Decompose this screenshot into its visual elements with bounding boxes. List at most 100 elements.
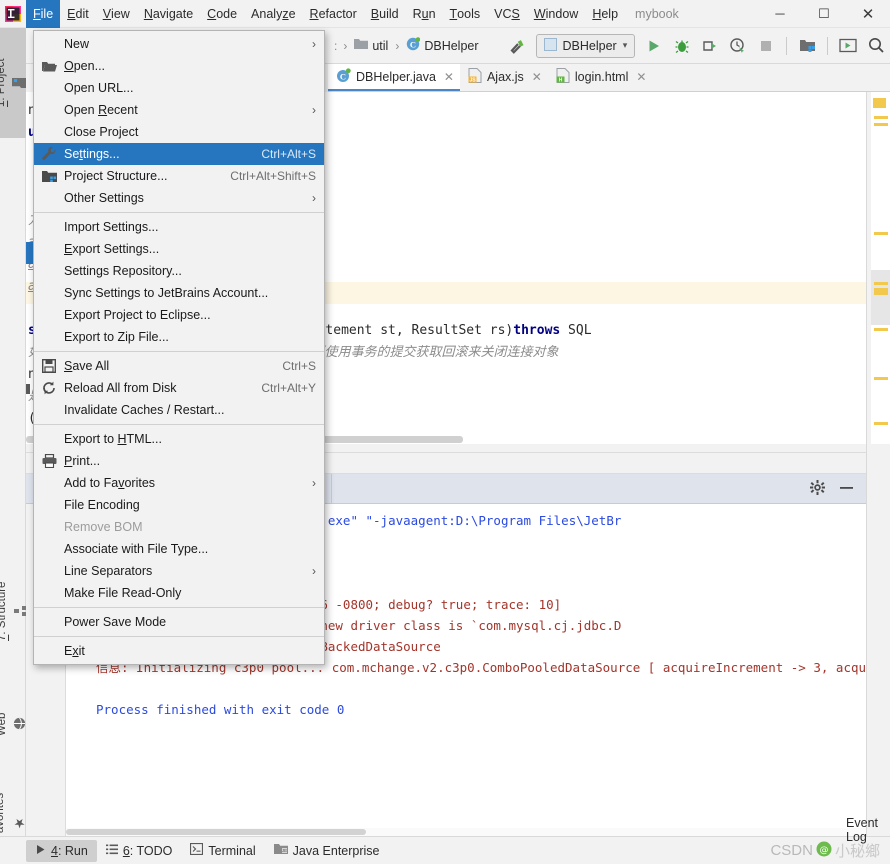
- breadcrumb-item-dbhelper[interactable]: C DBHelper: [403, 35, 481, 56]
- scrollbar-thumb[interactable]: [66, 829, 366, 835]
- marker-stripe[interactable]: [874, 282, 888, 285]
- file-menu-item-open-recent[interactable]: Open Recent ›: [34, 99, 324, 121]
- file-menu-item-label: Exit: [64, 644, 85, 658]
- build-hammer-icon[interactable]: [504, 33, 530, 59]
- tab-ajax-js[interactable]: JS Ajax.js ✕: [460, 64, 548, 91]
- file-menu-item-project-structure[interactable]: Project Structure... Ctrl+Alt+Shift+S: [34, 165, 324, 187]
- project-structure-icon[interactable]: [794, 33, 820, 59]
- minimize-button[interactable]: ─: [758, 0, 802, 28]
- tab-dbhelper-java[interactable]: C DBHelper.java ✕: [328, 64, 460, 91]
- file-menu-item-label: Export Project to Eclipse...: [64, 308, 211, 322]
- menu-window[interactable]: Window: [527, 0, 585, 28]
- file-menu-item-file-encoding[interactable]: File Encoding: [34, 494, 324, 516]
- marker-stripe[interactable]: [874, 232, 888, 235]
- code-token: SQL: [560, 323, 592, 338]
- marker-stripe[interactable]: [874, 422, 888, 425]
- java-class-icon: C: [336, 67, 351, 86]
- marker-stripe[interactable]: [874, 328, 888, 331]
- stop-button[interactable]: [753, 33, 779, 59]
- marker-stripe[interactable]: [874, 288, 888, 295]
- menu-build[interactable]: Build: [364, 0, 406, 28]
- file-menu-item-add-to-favorites[interactable]: Add to Favorites ›: [34, 472, 324, 494]
- menu-view[interactable]: View: [96, 0, 137, 28]
- file-menu-item-import-settings[interactable]: Import Settings...: [34, 216, 324, 238]
- profile-button[interactable]: [725, 33, 751, 59]
- menu-help[interactable]: Help: [585, 0, 625, 28]
- menu-edit[interactable]: Edit: [60, 0, 96, 28]
- tab-close-icon[interactable]: ✕: [444, 70, 454, 84]
- file-menu-item-export-to-zip-file[interactable]: Export to Zip File...: [34, 326, 324, 348]
- file-menu-item-open[interactable]: Open...: [34, 55, 324, 77]
- file-menu-item-export-to-html[interactable]: Export to HTML...: [34, 428, 324, 450]
- maximize-button[interactable]: ☐: [802, 0, 846, 28]
- sidebar-item-structure[interactable]: 7: Structure: [0, 552, 26, 670]
- close-button[interactable]: ✕: [846, 0, 890, 28]
- menu-navigate[interactable]: Navigate: [137, 0, 200, 28]
- file-menu-item-export-settings[interactable]: Export Settings...: [34, 238, 324, 260]
- file-menu-item-label: Settings...: [64, 147, 120, 161]
- sidebar-item-label: 7: Structure: [0, 581, 8, 641]
- status-item-terminal[interactable]: Terminal: [181, 840, 264, 862]
- sidebar-item-label: Web: [0, 712, 8, 736]
- run-with-coverage-button[interactable]: [697, 33, 723, 59]
- file-menu-item-settings[interactable]: Settings... Ctrl+Alt+S: [34, 143, 324, 165]
- status-item-todo[interactable]: 6: TODO: [97, 840, 182, 862]
- menu-analyze[interactable]: Analy z e: [244, 0, 302, 28]
- search-everywhere-icon[interactable]: [863, 33, 889, 59]
- marker-stripe[interactable]: [874, 116, 888, 119]
- file-menu-item-label: Reload All from Disk: [64, 381, 177, 395]
- menu-tools[interactable]: Tools: [443, 0, 488, 28]
- file-menu-item-invalidate-caches-restart[interactable]: Invalidate Caches / Restart...: [34, 399, 324, 421]
- status-item-java-enterprise[interactable]: JE Java Enterprise: [265, 840, 389, 862]
- marker-stripe[interactable]: [874, 123, 888, 126]
- tab-login-html[interactable]: H login.html ✕: [548, 64, 653, 91]
- file-menu-item-save-all[interactable]: Save All Ctrl+S: [34, 355, 324, 377]
- submenu-chevron-icon: ›: [312, 37, 316, 51]
- breadcrumb-chevron-1-icon: ›: [343, 38, 348, 53]
- marker-warning[interactable]: [873, 98, 886, 108]
- toolbar-divider-2: [827, 36, 829, 55]
- sidebar-item-web[interactable]: Web: [0, 688, 26, 760]
- file-menu-item-open-url[interactable]: Open URL...: [34, 77, 324, 99]
- run-play-icon: [35, 844, 46, 858]
- editor-marker-track[interactable]: [871, 92, 890, 444]
- file-menu-item-other-settings[interactable]: Other Settings ›: [34, 187, 324, 209]
- java-class-icon: C: [406, 37, 421, 54]
- run-anything-icon[interactable]: [835, 33, 861, 59]
- file-menu-item-print[interactable]: Print...: [34, 450, 324, 472]
- tab-close-icon[interactable]: ✕: [532, 70, 542, 84]
- status-item-run[interactable]: 4: Run: [26, 839, 97, 862]
- menu-refactor[interactable]: Refactor: [303, 0, 364, 28]
- event-log-button[interactable]: Event Log: [846, 816, 878, 844]
- code-token: throws: [513, 323, 561, 338]
- file-menu-item-line-separators[interactable]: Line Separators ›: [34, 560, 324, 582]
- file-menu-item-settings-repository[interactable]: Settings Repository...: [34, 260, 324, 282]
- run-button[interactable]: [641, 33, 667, 59]
- marker-stripe[interactable]: [874, 377, 888, 380]
- file-menu-item-associate-with-file-type[interactable]: Associate with File Type...: [34, 538, 324, 560]
- file-menu-item-exit[interactable]: Exit: [34, 640, 324, 662]
- tab-close-icon[interactable]: ✕: [636, 70, 646, 84]
- console-horizontal-scrollbar[interactable]: [66, 828, 866, 836]
- file-menu-popup[interactable]: New › Open... Open URL... Open Recent › Close …: [33, 30, 325, 665]
- run-configuration-selector[interactable]: DBHelper ▾: [535, 33, 636, 58]
- file-menu-item-export-project-to-eclipse[interactable]: Export Project to Eclipse...: [34, 304, 324, 326]
- file-menu-item-new[interactable]: New ›: [34, 33, 324, 55]
- menu-file[interactable]: File: [26, 0, 61, 28]
- menu-run[interactable]: Run: [406, 0, 443, 28]
- file-menu-item-sync-settings-to-jetbrains-account[interactable]: Sync Settings to JetBrains Account...: [34, 282, 324, 304]
- file-menu-item-power-save-mode[interactable]: Power Save Mode: [34, 611, 324, 633]
- file-menu-item-make-file-read-only[interactable]: Make File Read-Only: [34, 582, 324, 604]
- file-menu-item-shortcut: Ctrl+Alt+Y: [261, 381, 316, 395]
- gear-icon[interactable]: [810, 479, 825, 498]
- hide-window-icon[interactable]: [839, 480, 854, 498]
- file-menu-item-reload-all-from-disk[interactable]: Reload All from Disk Ctrl+Alt+Y: [34, 377, 324, 399]
- breadcrumb-item-util[interactable]: util: [351, 36, 391, 55]
- marker-block[interactable]: [871, 270, 890, 325]
- file-menu-item-close-project[interactable]: Close Project: [34, 121, 324, 143]
- file-menu-item-remove-bom: Remove BOM: [34, 516, 324, 538]
- sidebar-item-project[interactable]: 1: Project: [0, 28, 26, 138]
- debug-button[interactable]: [669, 33, 695, 59]
- menu-code[interactable]: Code: [200, 0, 244, 28]
- menu-vcs[interactable]: VC S: [487, 0, 527, 28]
